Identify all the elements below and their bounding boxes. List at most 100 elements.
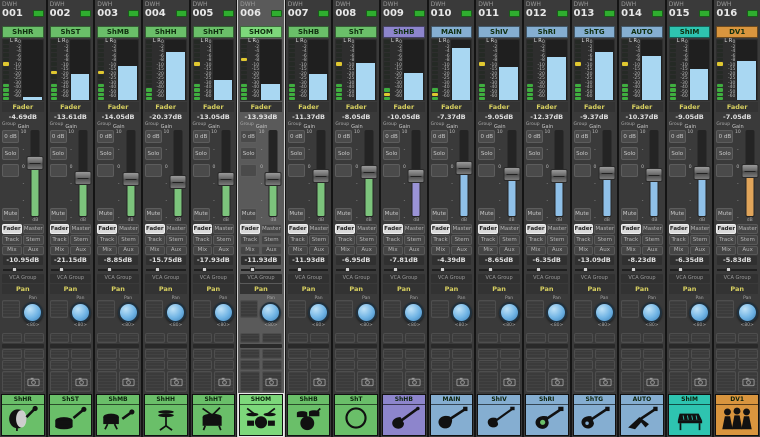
aux-mode-button[interactable]: Aux xyxy=(166,246,187,256)
mix-mode-button[interactable]: Mix xyxy=(97,246,117,256)
function-pad[interactable] xyxy=(548,360,568,370)
pan-knob[interactable] xyxy=(213,302,234,323)
solo-button[interactable]: Solo xyxy=(383,147,400,160)
function-pad[interactable] xyxy=(669,371,689,392)
assign-pad[interactable] xyxy=(193,333,213,343)
master-mode-button[interactable]: Master xyxy=(499,224,520,234)
spare-button[interactable] xyxy=(335,164,352,177)
stem-mode-button[interactable]: Stem xyxy=(309,235,330,245)
function-pad[interactable] xyxy=(2,371,22,392)
zero-db-button[interactable]: 0 dB xyxy=(716,130,733,143)
fader-handle[interactable] xyxy=(170,175,187,189)
assign-pad[interactable] xyxy=(595,333,615,343)
solo-button[interactable]: Solo xyxy=(288,147,305,160)
channel-status-led[interactable] xyxy=(461,10,472,17)
mix-mode-button[interactable]: Mix xyxy=(574,246,594,256)
channel-status-led[interactable] xyxy=(699,10,710,17)
stem-mode-button[interactable]: Stem xyxy=(70,235,91,245)
channel-name-button[interactable]: ShIV xyxy=(478,26,520,39)
function-pad[interactable] xyxy=(50,371,70,392)
assign-pad[interactable] xyxy=(335,333,355,343)
function-pad[interactable] xyxy=(310,360,330,370)
stem-mode-button[interactable]: Stem xyxy=(642,235,663,245)
channel-status-led[interactable] xyxy=(366,10,377,17)
function-pad[interactable] xyxy=(574,349,594,359)
function-pad[interactable] xyxy=(405,360,425,370)
instrument-tile[interactable]: ShHH xyxy=(144,394,188,436)
channel-name-button[interactable]: ShHB xyxy=(288,26,330,39)
function-pad[interactable] xyxy=(595,349,615,359)
assign-pad[interactable] xyxy=(357,333,377,343)
channel-status-led[interactable] xyxy=(128,10,139,17)
channel-status-led[interactable] xyxy=(223,10,234,17)
zero-db-button[interactable]: 0 dB xyxy=(431,130,448,143)
mute-button[interactable]: Mute xyxy=(288,208,305,221)
vca-slider-thumb[interactable] xyxy=(440,267,445,272)
function-pad[interactable] xyxy=(526,371,546,392)
assign-pad[interactable] xyxy=(288,333,308,343)
function-pad[interactable] xyxy=(383,371,403,392)
channel-name-button[interactable]: DV1 xyxy=(716,26,758,39)
channel-strip-003[interactable]: DWH003ShMBL R0-2-4-6-8-10-15-20-25-30-40… xyxy=(95,0,141,437)
vca-slider-thumb[interactable] xyxy=(59,267,64,272)
aux-mode-button[interactable]: Aux xyxy=(690,246,711,256)
track-mode-button[interactable]: Track xyxy=(288,235,308,245)
track-mode-button[interactable]: Track xyxy=(431,235,451,245)
vca-slider[interactable] xyxy=(3,267,43,272)
fader-handle[interactable] xyxy=(122,172,139,186)
function-pad[interactable] xyxy=(119,360,139,370)
instrument-tile[interactable]: ShRI xyxy=(525,394,569,436)
function-pad[interactable] xyxy=(431,349,451,359)
spare-button[interactable] xyxy=(431,164,448,177)
spare-button[interactable] xyxy=(383,164,400,177)
master-mode-button[interactable]: Master xyxy=(213,224,234,234)
track-mode-button[interactable]: Track xyxy=(574,235,594,245)
fader-mode-button[interactable]: Fader xyxy=(288,224,308,234)
instrument-tile[interactable]: AUTO xyxy=(620,394,664,436)
channel-strip-004[interactable]: DWH004ShHHL R0-2-4-6-8-10-15-20-25-30-40… xyxy=(143,0,189,437)
mix-mode-button[interactable]: Mix xyxy=(240,246,260,256)
master-mode-button[interactable]: Master xyxy=(690,224,711,234)
mix-mode-button[interactable]: Mix xyxy=(669,246,689,256)
spare-button[interactable] xyxy=(240,164,257,177)
function-pad[interactable] xyxy=(691,360,711,370)
pan-link-pad[interactable] xyxy=(50,300,68,318)
assign-pad[interactable] xyxy=(167,333,187,343)
solo-button[interactable]: Solo xyxy=(335,147,352,160)
function-pad[interactable] xyxy=(240,360,260,370)
aux-mode-button[interactable]: Aux xyxy=(23,246,44,256)
stem-mode-button[interactable]: Stem xyxy=(23,235,44,245)
pan-link-pad[interactable] xyxy=(431,300,449,318)
channel-name-button[interactable]: ShST xyxy=(50,26,92,39)
function-pad[interactable] xyxy=(288,360,308,370)
pan-link-pad[interactable] xyxy=(2,300,20,318)
channel-name-button[interactable]: SHOM xyxy=(240,26,282,39)
mute-button[interactable]: Mute xyxy=(621,208,638,221)
track-mode-button[interactable]: Track xyxy=(621,235,641,245)
master-mode-button[interactable]: Master xyxy=(547,224,568,234)
channel-name-button[interactable]: ShHH xyxy=(145,26,187,39)
aux-mode-button[interactable]: Aux xyxy=(118,246,139,256)
channel-strip-010[interactable]: DWH010MAINL R0-2-4-6-8-10-15-20-25-30-40… xyxy=(429,0,475,437)
stem-mode-button[interactable]: Stem xyxy=(166,235,187,245)
master-mode-button[interactable]: Master xyxy=(118,224,139,234)
instrument-tile[interactable]: ShHB xyxy=(382,394,426,436)
channel-name-button[interactable]: AUTO xyxy=(621,26,663,39)
image-pad[interactable] xyxy=(691,371,711,392)
spare-button[interactable] xyxy=(2,164,19,177)
master-mode-button[interactable]: Master xyxy=(70,224,91,234)
channel-status-led[interactable] xyxy=(271,10,282,17)
channel-status-led[interactable] xyxy=(33,10,44,17)
instrument-tile[interactable]: DV1 xyxy=(715,394,759,436)
pan-link-pad[interactable] xyxy=(526,300,544,318)
function-pad[interactable] xyxy=(405,349,425,359)
assign-pad[interactable] xyxy=(738,333,758,343)
function-pad[interactable] xyxy=(240,349,260,359)
fader-mode-button[interactable]: Fader xyxy=(574,224,594,234)
master-mode-button[interactable]: Master xyxy=(594,224,615,234)
function-pad[interactable] xyxy=(71,360,91,370)
fader-mode-button[interactable]: Fader xyxy=(193,224,213,234)
vca-slider[interactable] xyxy=(384,267,424,272)
assign-pad[interactable] xyxy=(71,333,91,343)
aux-mode-button[interactable]: Aux xyxy=(213,246,234,256)
